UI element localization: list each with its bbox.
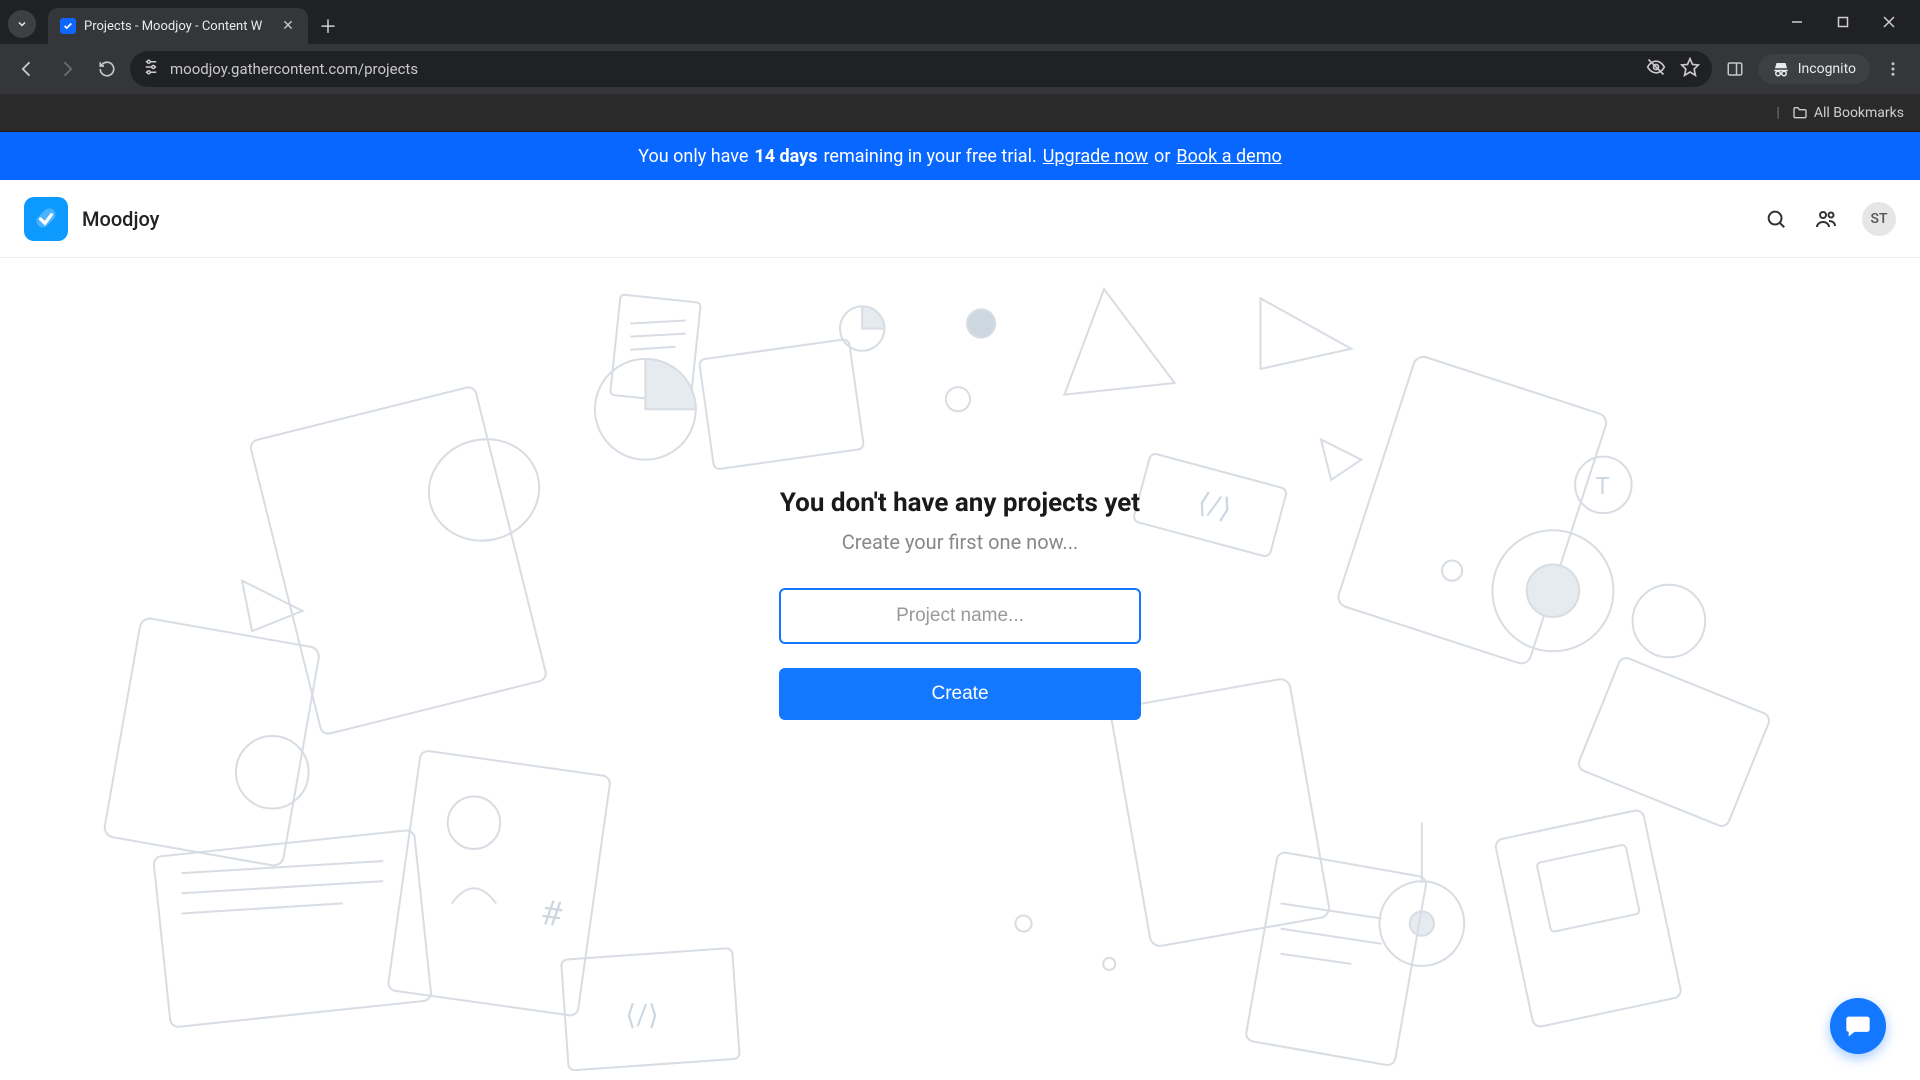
maximize-button[interactable] <box>1820 6 1866 38</box>
empty-state: ⟨/⟩ # ⟨/⟩ T <box>0 258 1920 1078</box>
avatar-initials: ST <box>1870 211 1887 227</box>
svg-text:T: T <box>1595 472 1609 500</box>
logo-icon <box>33 206 59 232</box>
browser-chrome: Projects - Moodjoy - Content W ✕ ＋ moodj… <box>0 0 1920 132</box>
banner-days: 14 days <box>754 146 817 167</box>
people-icon <box>1814 207 1838 231</box>
all-bookmarks-label: All Bookmarks <box>1814 105 1904 121</box>
incognito-icon <box>1772 60 1790 78</box>
page-scroll[interactable]: You only have 14 days remaining in your … <box>0 132 1920 1080</box>
banner-middle: remaining in your free trial. <box>824 146 1037 167</box>
reload-button[interactable] <box>90 52 124 86</box>
user-avatar[interactable]: ST <box>1862 202 1896 236</box>
create-button[interactable]: Create <box>779 668 1141 720</box>
folder-icon <box>1792 105 1808 121</box>
chat-fab[interactable] <box>1830 998 1886 1054</box>
incognito-indicator[interactable]: Incognito <box>1758 54 1870 84</box>
svg-text:⟨/⟩: ⟨/⟩ <box>625 998 659 1031</box>
incognito-label: Incognito <box>1798 61 1856 77</box>
forward-button[interactable] <box>50 52 84 86</box>
banner-or: or <box>1154 146 1170 167</box>
people-button[interactable] <box>1812 205 1840 233</box>
site-settings-icon[interactable] <box>142 58 160 80</box>
svg-text:#: # <box>538 893 564 936</box>
eye-off-icon[interactable] <box>1646 57 1666 81</box>
svg-text:⟨/⟩: ⟨/⟩ <box>1194 486 1235 527</box>
all-bookmarks-button[interactable]: All Bookmarks <box>1792 105 1904 121</box>
bookmarks-separator: | <box>1776 105 1779 121</box>
browser-tab-active[interactable]: Projects - Moodjoy - Content W ✕ <box>48 8 308 44</box>
search-icon <box>1765 208 1787 230</box>
sidepanel-button[interactable] <box>1718 52 1752 86</box>
product-logo[interactable] <box>24 197 68 241</box>
new-tab-button[interactable]: ＋ <box>314 12 342 40</box>
browser-toolbar: moodjoy.gathercontent.com/projects Incog… <box>0 44 1920 94</box>
workspace-name: Moodjoy <box>82 207 159 231</box>
banner-prefix: You only have <box>638 146 748 167</box>
empty-subtitle: Create your first one now... <box>842 530 1078 554</box>
back-button[interactable] <box>10 52 44 86</box>
app-header: Moodjoy ST <box>0 180 1920 258</box>
chevron-down-icon <box>16 18 28 30</box>
browser-menu-button[interactable] <box>1876 52 1910 86</box>
close-tab-button[interactable]: ✕ <box>280 18 296 34</box>
chat-icon <box>1844 1012 1872 1040</box>
tab-strip: Projects - Moodjoy - Content W ✕ ＋ <box>0 0 1920 44</box>
search-button[interactable] <box>1762 205 1790 233</box>
window-controls <box>1774 0 1912 44</box>
tab-search-dropdown[interactable] <box>8 10 36 38</box>
book-demo-link[interactable]: Book a demo <box>1176 146 1281 167</box>
project-name-input[interactable] <box>779 588 1141 644</box>
tab-title: Projects - Moodjoy - Content W <box>84 19 262 34</box>
upgrade-now-link[interactable]: Upgrade now <box>1043 146 1148 167</box>
page: You only have 14 days remaining in your … <box>0 132 1920 1080</box>
empty-title: You don't have any projects yet <box>780 488 1140 518</box>
minimize-button[interactable] <box>1774 6 1820 38</box>
address-bar[interactable]: moodjoy.gathercontent.com/projects <box>130 51 1712 87</box>
trial-banner: You only have 14 days remaining in your … <box>0 132 1920 180</box>
favicon-icon <box>60 18 76 34</box>
bookmarks-bar: | All Bookmarks <box>0 94 1920 132</box>
close-window-button[interactable] <box>1866 6 1912 38</box>
star-icon[interactable] <box>1680 57 1700 81</box>
url-text: moodjoy.gathercontent.com/projects <box>170 60 418 78</box>
